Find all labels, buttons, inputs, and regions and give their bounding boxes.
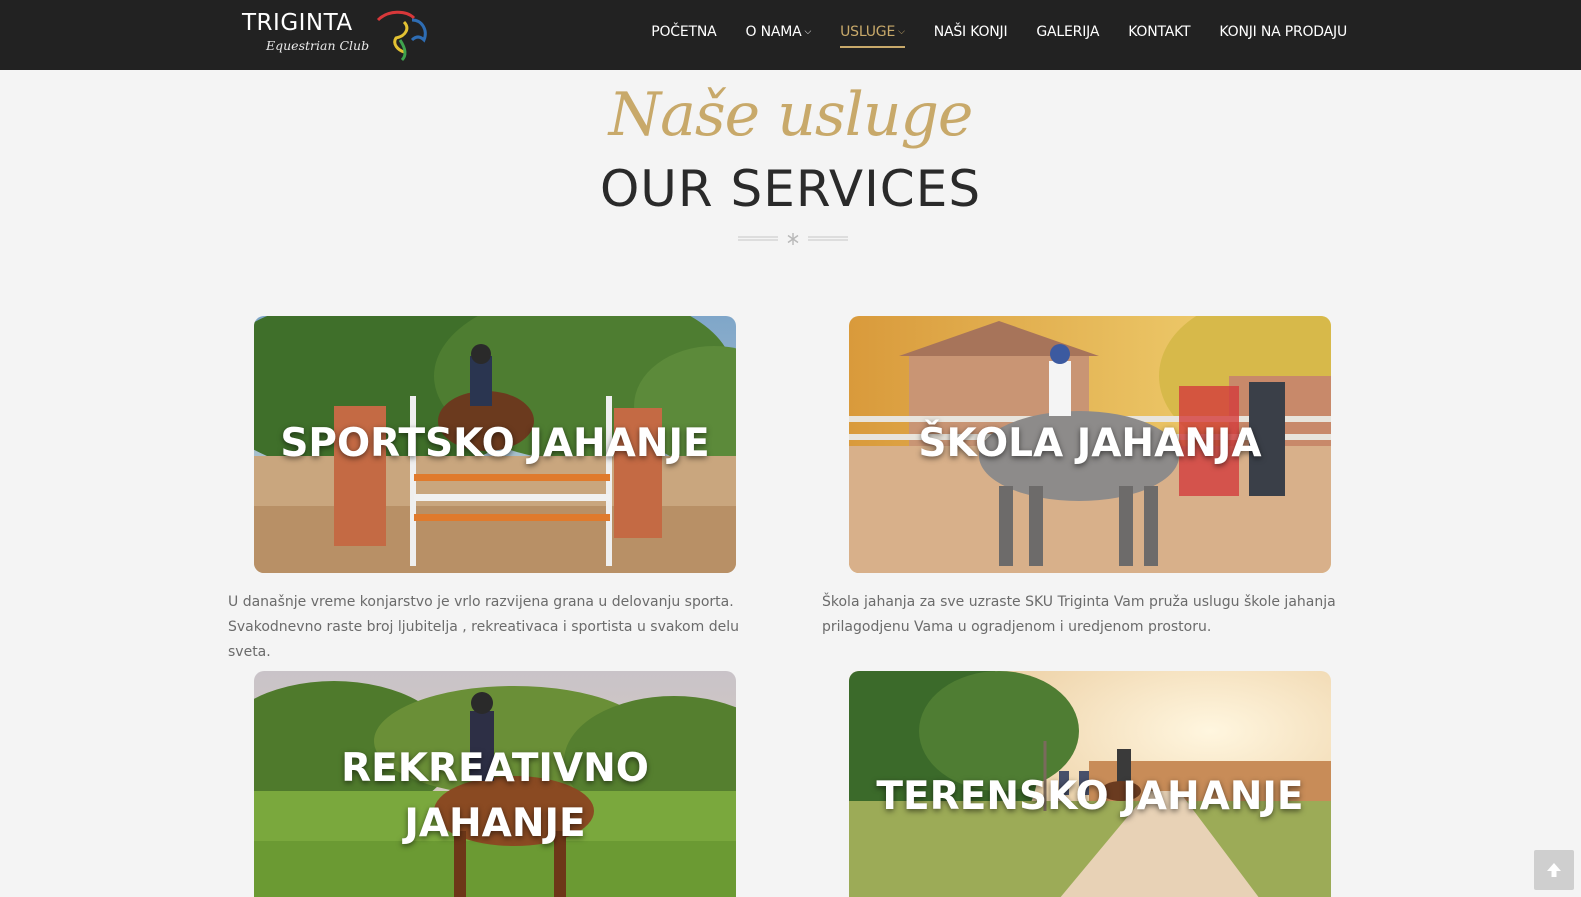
- service-card-terensko-jahanje[interactable]: TERENSKO JAHANJE: [849, 671, 1331, 897]
- description-line: Škola jahanja za sve uzraste SKU Trigint…: [822, 594, 1336, 610]
- main-nav: POČETNA O NAMA ⌵ USLUGE ⌵ NAŠI KONJI GALER…: [622, 24, 1347, 48]
- nav-nasi-konji[interactable]: NAŠI KONJI: [934, 24, 1008, 40]
- site-logo[interactable]: TRIGINTA Equestrian Club: [242, 10, 432, 62]
- service-card-sportsko-jahanje[interactable]: SPORTSKO JAHANJE: [254, 316, 736, 573]
- service-description: Škola jahanja za sve uzraste SKU Trigint…: [822, 590, 1362, 640]
- chevron-down-icon: ⌵: [898, 27, 905, 37]
- description-line: U današnje vreme konjarstvo je vrlo razv…: [228, 594, 734, 610]
- nav-label: GALERIJA: [1036, 24, 1100, 40]
- horse-logo-icon: [376, 10, 427, 62]
- nav-label: POČETNA: [651, 24, 717, 40]
- asterisk-icon: [787, 233, 799, 245]
- nav-usluge[interactable]: USLUGE ⌵: [840, 24, 905, 48]
- title-line: JAHANJE: [404, 801, 586, 846]
- description-line: Svakodnevno raste broj ljubitelja , rekr…: [228, 619, 739, 660]
- service-card-skola-jahanja[interactable]: ŠKOLA JAHANJA: [849, 316, 1331, 573]
- service-description: U današnje vreme konjarstvo je vrlo razv…: [228, 590, 768, 665]
- chevron-down-icon: ⌵: [804, 27, 812, 37]
- top-navigation-bar: TRIGINTA Equestrian Club POČETNA O NAMA ⌵…: [0, 0, 1581, 70]
- nav-label: NAŠI KONJI: [933, 24, 1008, 40]
- nav-pocetna[interactable]: POČETNA: [651, 24, 716, 40]
- nav-label: USLUGE: [840, 24, 896, 40]
- logo-subtitle: Equestrian Club: [266, 38, 370, 53]
- service-card-title: REKREATIVNO JAHANJE: [254, 741, 736, 851]
- description-line: prilagodjenu Vama u ogradjenom i uredjen…: [822, 619, 1212, 635]
- title-line: REKREATIVNO: [341, 746, 649, 791]
- service-card-title: ŠKOLA JAHANJA: [918, 421, 1262, 466]
- service-card-rekreativno-jahanje[interactable]: REKREATIVNO JAHANJE: [254, 671, 736, 897]
- service-card-title: TERENSKO JAHANJE: [876, 774, 1304, 819]
- logo-text: TRIGINTA: [242, 10, 353, 36]
- nav-galerija[interactable]: GALERIJA: [1036, 24, 1099, 40]
- nav-label: KONJI NA PRODAJU: [1219, 24, 1347, 40]
- nav-o-nama[interactable]: O NAMA ⌵: [746, 24, 812, 40]
- nav-kontakt[interactable]: KONTAKT: [1128, 24, 1190, 40]
- title-divider: [738, 233, 848, 245]
- nav-konji-na-prodaju[interactable]: KONJI NA PRODAJU: [1219, 24, 1347, 40]
- scroll-to-top-button[interactable]: [1534, 850, 1574, 890]
- nav-label: KONTAKT: [1128, 24, 1191, 40]
- nav-label: O NAMA: [745, 24, 802, 40]
- service-card-title: SPORTSKO JAHANJE: [280, 421, 710, 466]
- section-title: OUR SERVICES: [599, 160, 982, 218]
- section-script-title: Naše usluge: [608, 80, 974, 150]
- arrow-up-icon: [1547, 863, 1561, 877]
